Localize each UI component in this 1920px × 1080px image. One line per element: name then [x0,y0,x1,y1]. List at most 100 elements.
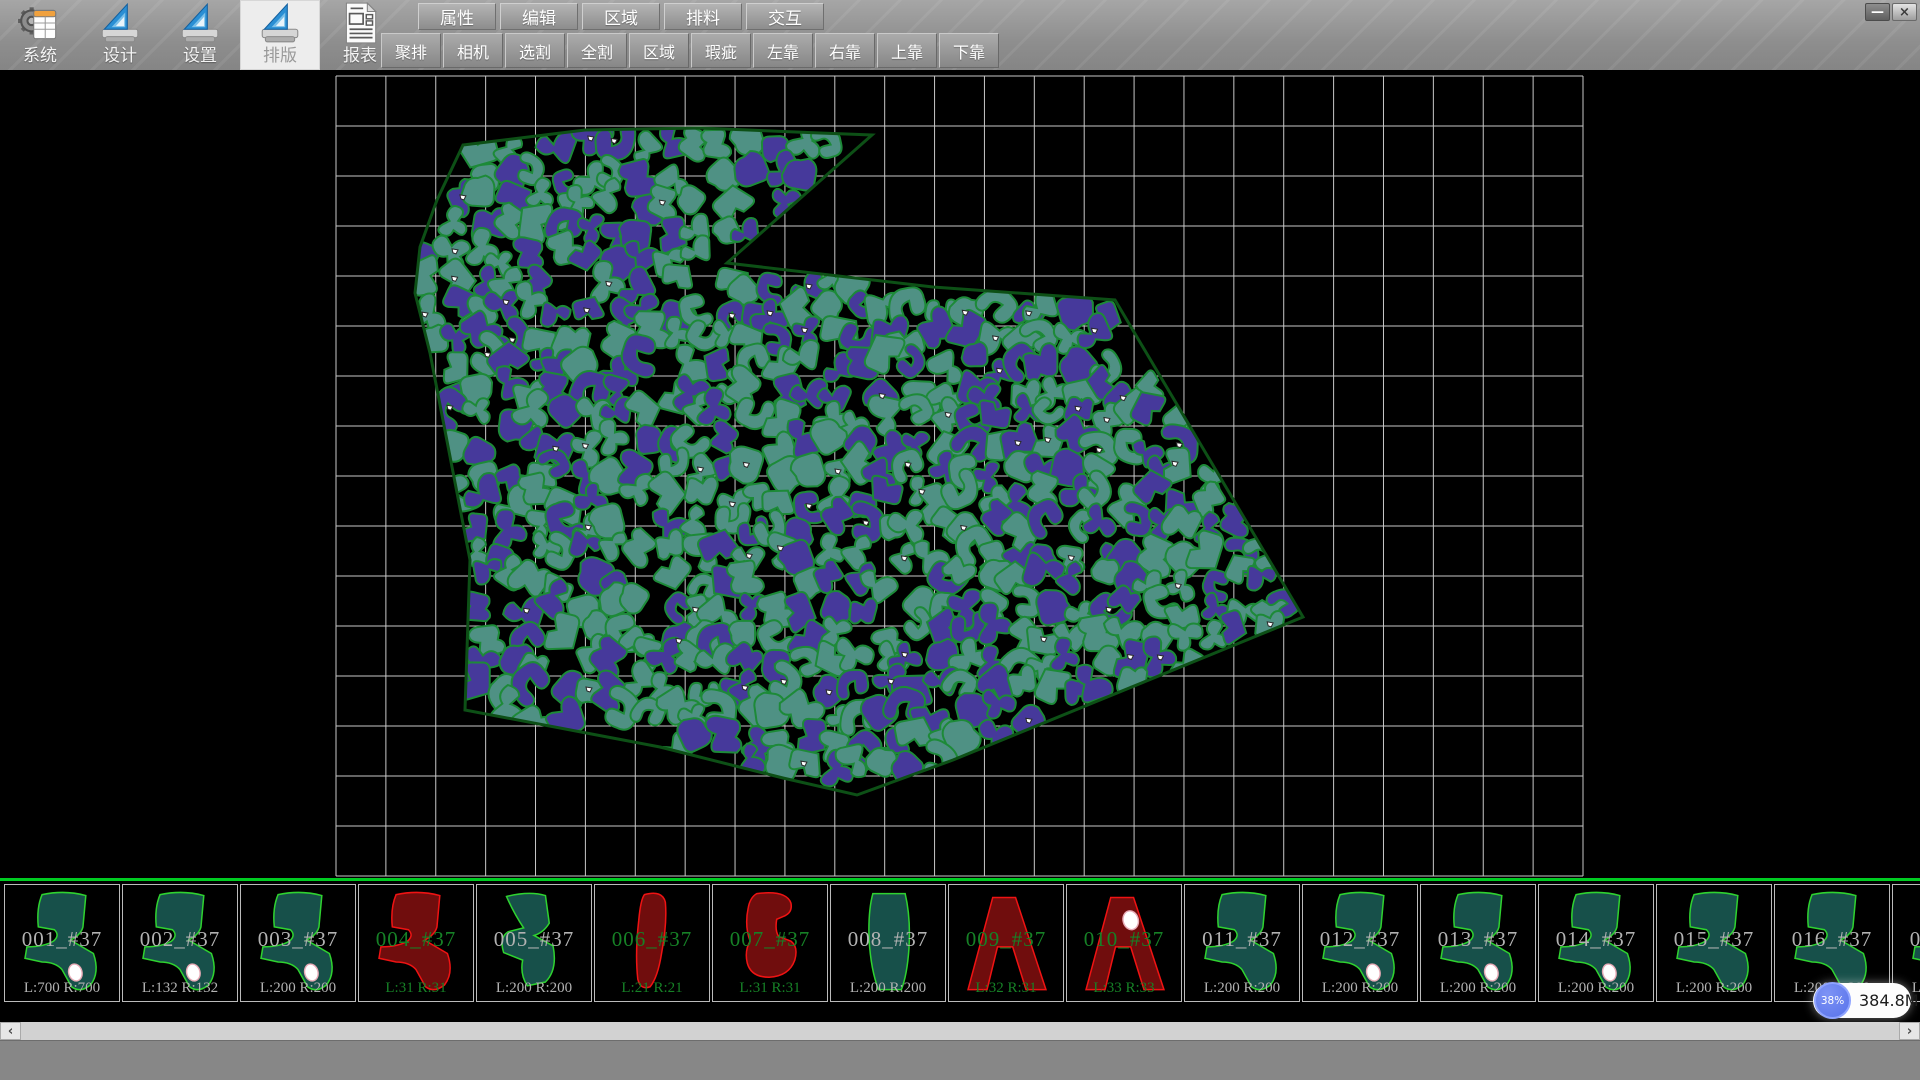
progress-percent: 38% [1821,995,1844,1007]
tool-button-10[interactable]: 下靠 [939,33,999,68]
tool-button-1[interactable]: 聚排 [381,33,441,68]
toolbar: 系统设计设置排版报表 属性编辑区域排料交互 聚排相机选割全割区域瑕疵左靠右靠上靠… [0,0,1920,71]
nested-pieces-layer [404,115,1303,795]
thumbnail-cell-7[interactable]: 007_#37 L:31 R:31 [712,884,828,1002]
strip-top-line [0,878,1920,881]
thumbnail-cell-13[interactable]: 013_#37 L:200 R:200 [1420,884,1536,1002]
piece-lr-count: L:33 R:33 [1067,980,1181,997]
tool-button-label: 右靠 [829,39,861,63]
set-square-icon [257,2,303,44]
close-icon: × [1899,5,1910,20]
menu-button-5[interactable]: 交互 [746,3,824,30]
piece-label: 013_#37 [1421,927,1535,952]
piece-label: 011_#37 [1185,927,1299,952]
piece-label: 017_#37 [1893,927,1920,952]
menu-button-label: 区域 [604,4,638,29]
app-window: 系统设计设置排版报表 属性编辑区域排料交互 聚排相机选割全割区域瑕疵左靠右靠上靠… [0,0,1920,1080]
piece-lr-count: L:200 R:200 [241,980,355,997]
close-button[interactable]: × [1892,3,1917,21]
thumbnail-strip: 001_#37 L:700 R:700002_#37L:132 R:132003_… [0,878,1920,1010]
tool-button-7[interactable]: 左靠 [753,33,813,68]
piece-label: 007_#37 [713,927,827,952]
thumbnail-cell-8[interactable]: 008_#37L:200 R:200 [830,884,946,1002]
thumbnail-cell-4[interactable]: 004_#37 L:31 R:31 [358,884,474,1002]
piece-lr-count: L:200 R:200 [477,980,591,997]
tool-button-4[interactable]: 全割 [567,33,627,68]
nav-button-3[interactable]: 设置 [160,0,240,70]
nav-button-label: 设置 [183,44,217,68]
thumbnail-cell-12[interactable]: 012_#37 L:200 R:200 [1302,884,1418,1002]
piece-label: 001_#37 [5,927,119,952]
horizontal-scrollbar[interactable]: ‹ › [0,1022,1920,1040]
thumbnail-cell-11[interactable]: 011_#37 L:200 R:200 [1184,884,1300,1002]
nav-button-group: 系统 设计 设置 排版 报表 [0,0,400,70]
set-square-icon [177,2,223,44]
menu-button-label: 属性 [440,4,474,29]
nav-button-2[interactable]: 设计 [80,0,160,70]
menu-button-3[interactable]: 区域 [582,3,660,30]
report-document-icon [337,2,383,44]
tool-button-5[interactable]: 区域 [629,33,689,68]
tool-button-label: 选割 [519,39,551,63]
scroll-right-button[interactable]: › [1899,1022,1920,1040]
scroll-left-button[interactable]: ‹ [0,1022,21,1040]
piece-lr-count: L:31 R:31 [713,980,827,997]
nesting-layout-svg[interactable] [0,70,1920,878]
nav-button-label: 系统 [23,44,57,68]
piece-lr-count: L:21 R:21 [595,980,709,997]
piece-lr-count: L:132 R:132 [123,980,237,997]
thumbnail-cell-3[interactable]: 003_#37 L:200 R:200 [240,884,356,1002]
piece-label: 014_#37 [1539,927,1653,952]
tool-button-label: 下靠 [953,39,985,63]
tool-button-6[interactable]: 瑕疵 [691,33,751,68]
thumbnail-cell-5[interactable]: 005_#37L:200 R:200 [476,884,592,1002]
piece-lr-count: L:700 R:700 [5,980,119,997]
thumbnail-cell-10[interactable]: 010_#37 L:33 R:33 [1066,884,1182,1002]
tool-button-label: 区域 [643,39,675,63]
nav-button-label: 报表 [343,44,377,68]
minimize-button[interactable]: — [1865,3,1890,21]
piece-lr-count: L:200 R:200 [1303,980,1417,997]
tool-button-8[interactable]: 右靠 [815,33,875,68]
tool-button-label: 相机 [457,39,489,63]
thumbnail-cell-9[interactable]: 009_#37L:32 R:31 [948,884,1064,1002]
tool-button-label: 聚排 [395,39,427,63]
chevron-right-icon: › [1907,1024,1912,1039]
menu-button-1[interactable]: 属性 [418,3,496,30]
thumbnail-cell-6[interactable]: 006_#37 L:21 R:21 [594,884,710,1002]
memory-value: 384.8M [1859,991,1919,1010]
piece-label: 010_#37 [1067,927,1181,952]
minimize-icon: — [1871,5,1884,20]
piece-label: 012_#37 [1303,927,1417,952]
nav-button-label: 排版 [263,44,297,68]
piece-label: 003_#37 [241,927,355,952]
nesting-canvas[interactable] [0,70,1920,878]
thumbnail-cell-15[interactable]: 015_#37L:200 R:200 [1656,884,1772,1002]
tool-button-2[interactable]: 相机 [443,33,503,68]
thumbnail-cell-14[interactable]: 014_#37 L:200 R:200 [1538,884,1654,1002]
menu-button-4[interactable]: 排料 [664,3,742,30]
piece-lr-count: L:200 R:200 [1421,980,1535,997]
piece-lr-count: L:32 R:31 [949,980,1063,997]
menu-button-2[interactable]: 编辑 [500,3,578,30]
tool-button-label: 上靠 [891,39,923,63]
menu-button-label: 编辑 [522,4,556,29]
tool-button-label: 瑕疵 [705,39,737,63]
menu-button-label: 交互 [768,4,802,29]
piece-label: 006_#37 [595,927,709,952]
thumbnail-cell-1[interactable]: 001_#37 L:700 R:700 [4,884,120,1002]
nav-button-1[interactable]: 系统 [0,0,80,70]
thumbnail-cell-2[interactable]: 002_#37L:132 R:132 [122,884,238,1002]
piece-lr-count: L:200 R:200 [1185,980,1299,997]
tool-button-9[interactable]: 上靠 [877,33,937,68]
nav-button-4[interactable]: 排版 [240,0,320,70]
status-bar [0,1040,1920,1080]
piece-lr-count: L:200 R:200 [1539,980,1653,997]
piece-label: 004_#37 [359,927,473,952]
tool-button-3[interactable]: 选割 [505,33,565,68]
window-controls: —× [1865,3,1917,21]
piece-label: 016_#37 [1775,927,1889,952]
piece-lr-count: L:200 R:200 [1657,980,1771,997]
nav-button-label: 设计 [103,44,137,68]
piece-lr-count: L:31 R:31 [359,980,473,997]
